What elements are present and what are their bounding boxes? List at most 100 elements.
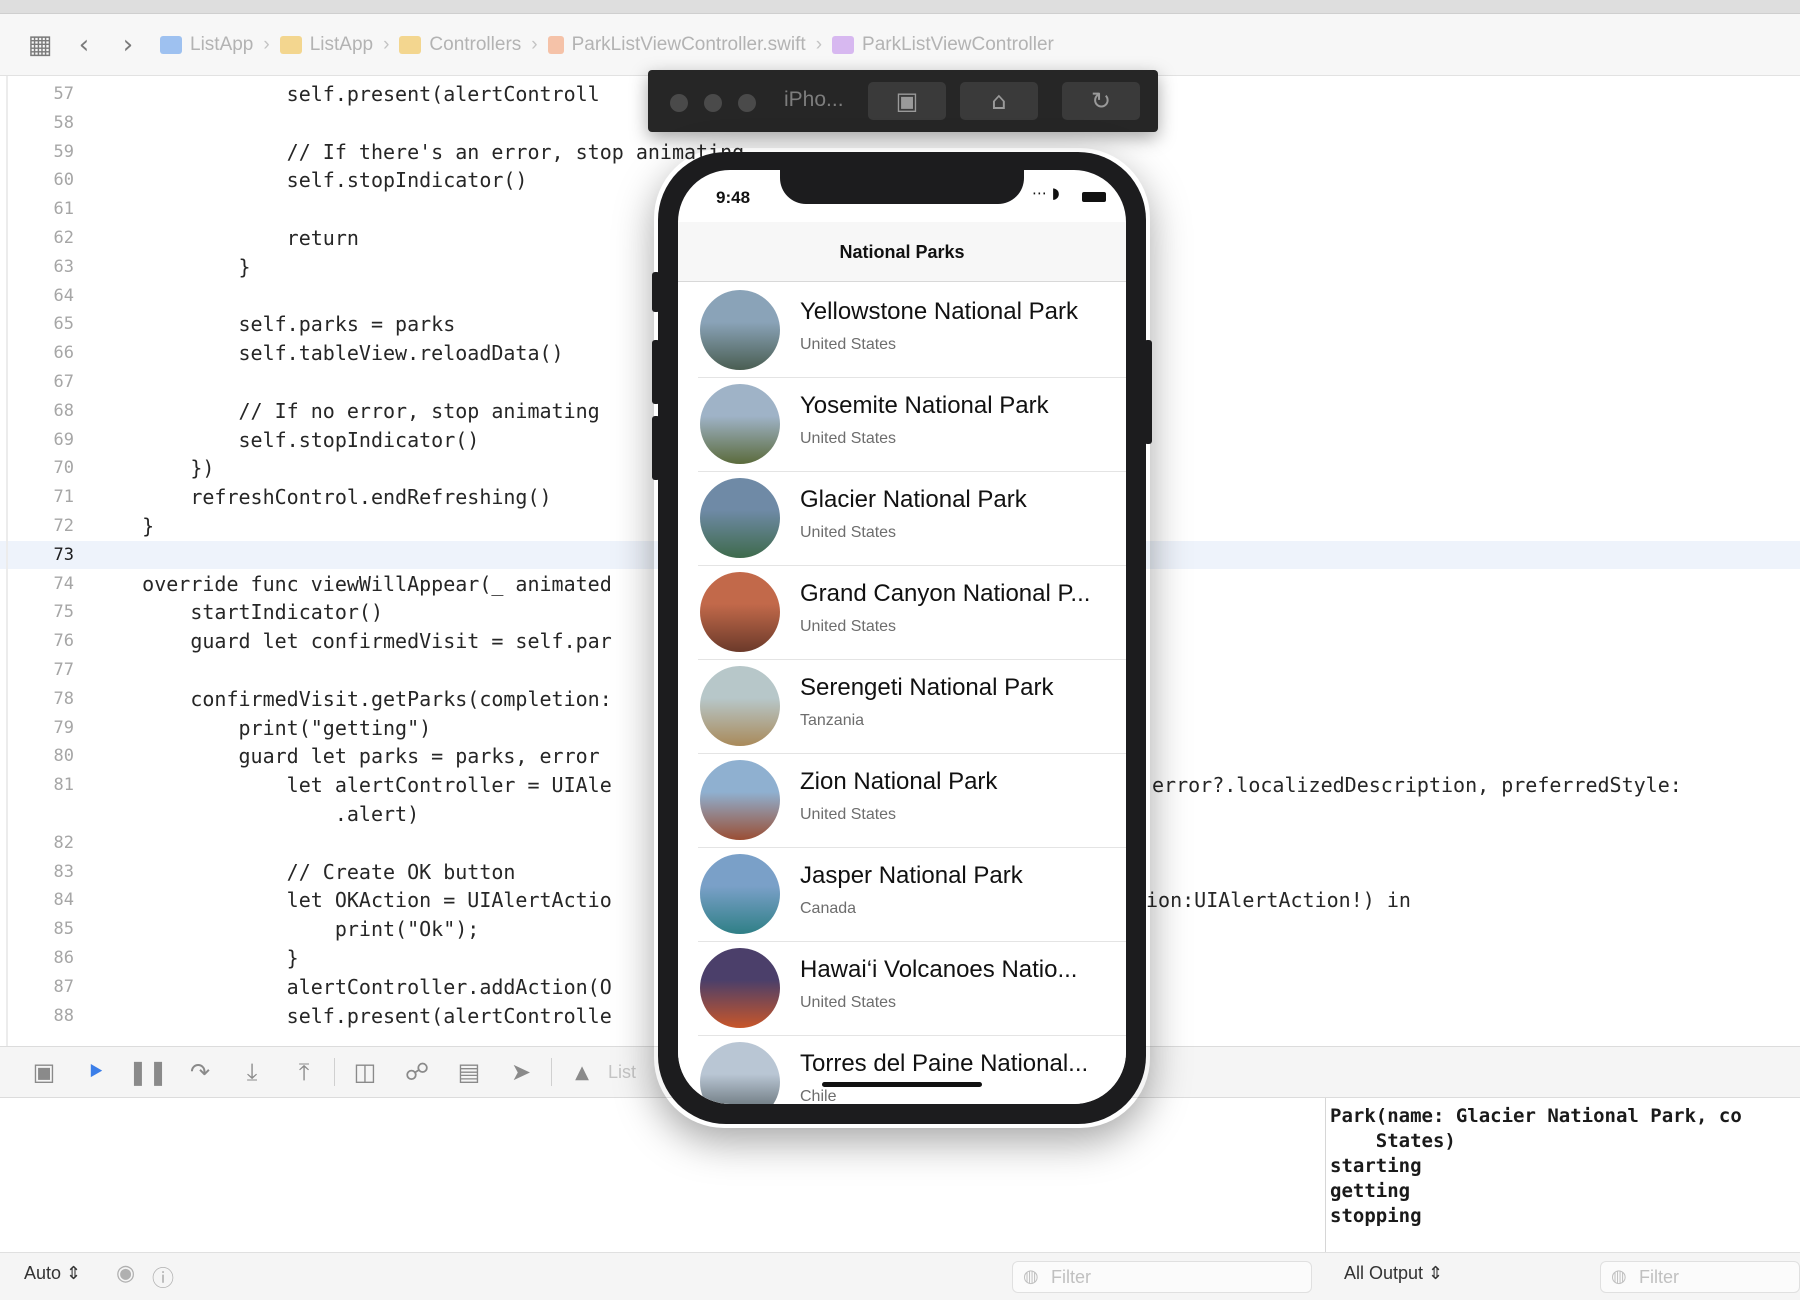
line-number[interactable]: 86 (20, 944, 74, 972)
code-text: alertController.addAction(O (94, 974, 612, 999)
park-row[interactable]: Torres del Paine National... Chile (678, 1036, 1126, 1104)
class-icon (832, 35, 855, 54)
line-number[interactable]: 58 (20, 109, 74, 137)
breadcrumb-file[interactable]: ParkListViewController.swift › (547, 34, 832, 56)
info-icon[interactable]: ⓘ (152, 1261, 174, 1293)
iphone-screen[interactable]: 9:48 ⋯ ◗ National Parks Yellowstone Nati… (678, 170, 1126, 1104)
code-text: }) (94, 456, 215, 481)
code-text: self.parks = parks (94, 312, 456, 337)
breadcrumb-folder[interactable]: Controllers › (399, 34, 547, 56)
forward-chevron-icon[interactable]: › (106, 30, 150, 60)
park-row[interactable]: Hawai‘i Volcanoes Natio... United States (678, 942, 1126, 1036)
line-number[interactable]: 59 (20, 138, 74, 166)
window-title-strip (0, 0, 1800, 14)
line-number[interactable]: 64 (20, 282, 74, 310)
line-number[interactable]: 84 (20, 886, 74, 914)
memory-graph-icon[interactable]: ☍ (391, 1058, 443, 1086)
line-number[interactable]: 85 (20, 915, 74, 943)
line-number[interactable]: 57 (20, 80, 74, 108)
line-number[interactable]: 67 (20, 368, 74, 396)
breadcrumb: ListApp › ListApp › Controllers › ParkListV… (160, 34, 1054, 56)
back-chevron-icon[interactable]: ‹ (62, 30, 106, 60)
window-close-button[interactable] (670, 94, 688, 112)
variables-scope-select[interactable]: Auto ⇕ (24, 1263, 81, 1284)
code-text: let OKAction = UIAlertActio (94, 888, 612, 913)
screenshot-icon[interactable]: ▣ (868, 82, 946, 120)
breakpoints-toggle-icon[interactable]: ⯈ (70, 1058, 122, 1086)
line-number[interactable]: 76 (20, 627, 74, 655)
park-name: Yellowstone National Park (800, 298, 1078, 325)
line-number[interactable]: 82 (20, 829, 74, 857)
line-number[interactable]: 66 (20, 339, 74, 367)
navigation-bar: National Parks (678, 222, 1126, 282)
code-text: // If no error, stop animating (94, 398, 600, 423)
park-name: Grand Canyon National P... (800, 580, 1091, 607)
console-filter-input[interactable]: ◍ Filter (1600, 1261, 1800, 1293)
rotate-icon[interactable]: ↻ (1062, 82, 1140, 120)
step-out-icon[interactable]: ⤒ (278, 1058, 330, 1086)
line-number[interactable]: 65 (20, 310, 74, 338)
park-row[interactable]: Jasper National Park Canada (678, 848, 1126, 942)
project-icon (160, 35, 182, 54)
park-row[interactable]: Serengeti National Park Tanzania (678, 660, 1126, 754)
home-indicator[interactable] (822, 1082, 982, 1087)
pause-icon[interactable]: ❚❚ (122, 1058, 174, 1086)
target-icon: ▲ (575, 1061, 589, 1083)
park-name: Serengeti National Park (800, 674, 1054, 701)
park-row[interactable]: Grand Canyon National P... United States (678, 566, 1126, 660)
debug-view-hierarchy-icon[interactable]: ◫ (339, 1058, 391, 1086)
filter-icon: ◍ (1023, 1266, 1039, 1287)
park-row[interactable]: Glacier National Park United States (678, 472, 1126, 566)
park-thumbnail (700, 1042, 780, 1104)
line-number[interactable]: 79 (20, 714, 74, 742)
line-number[interactable]: 61 (20, 195, 74, 223)
line-number[interactable]: 80 (20, 742, 74, 770)
home-icon[interactable]: ⌂ (960, 82, 1038, 120)
line-number[interactable]: 63 (20, 253, 74, 281)
line-number[interactable]: 60 (20, 166, 74, 194)
line-number[interactable]: 81 (20, 771, 74, 799)
park-row[interactable]: Yosemite National Park United States (678, 378, 1126, 472)
line-number[interactable]: 83 (20, 858, 74, 886)
breadcrumb-group[interactable]: ListApp › (279, 34, 400, 56)
environment-overrides-icon[interactable]: ▤ (443, 1058, 495, 1086)
line-number[interactable]: 77 (20, 656, 74, 684)
breadcrumb-project[interactable]: ListApp › (160, 34, 280, 56)
swift-file-icon (547, 35, 564, 54)
code-text-continuation: ion:UIAlertAction!) in (1146, 888, 1411, 913)
folder-icon (279, 35, 302, 54)
related-items-grid-icon[interactable]: ▦ (18, 30, 62, 60)
simulator-toolbar: iPho... ▣ ⌂ ↻ (648, 70, 1158, 132)
line-number[interactable]: 87 (20, 973, 74, 1001)
simulate-location-icon[interactable]: ➤ (495, 1058, 547, 1086)
park-row[interactable]: Yellowstone National Park United States (678, 284, 1126, 378)
console-line: starting (1330, 1155, 1422, 1177)
window-zoom-button[interactable] (738, 94, 756, 112)
breadcrumb-class[interactable]: ParkListViewController (832, 34, 1054, 56)
console-line: stopping (1330, 1205, 1422, 1227)
step-over-icon[interactable]: ↷ (174, 1058, 226, 1086)
line-number[interactable]: 62 (20, 224, 74, 252)
line-number[interactable]: 74 (20, 570, 74, 598)
line-number[interactable]: 70 (20, 454, 74, 482)
step-into-icon[interactable]: ⤓ (226, 1058, 278, 1086)
line-number[interactable]: 73 (20, 541, 74, 569)
code-text: startIndicator() (94, 600, 383, 625)
code-text: // If there's an error, stop animating (94, 139, 745, 164)
variables-filter-input[interactable]: ◍ Filter (1012, 1261, 1312, 1293)
line-number[interactable]: 68 (20, 397, 74, 425)
hide-debug-area-icon[interactable]: ▣ (18, 1058, 70, 1086)
line-number[interactable]: 78 (20, 685, 74, 713)
debug-target-label[interactable]: List (608, 1062, 636, 1083)
line-number[interactable]: 71 (20, 483, 74, 511)
line-number[interactable]: 88 (20, 1002, 74, 1030)
console-output-select[interactable]: All Output ⇕ (1344, 1263, 1443, 1284)
eye-icon[interactable]: ◉ (116, 1261, 135, 1286)
line-number[interactable]: 69 (20, 426, 74, 454)
window-minimize-button[interactable] (704, 94, 722, 112)
park-thumbnail (700, 948, 780, 1028)
park-thumbnail (700, 854, 780, 934)
line-number[interactable]: 75 (20, 598, 74, 626)
park-row[interactable]: Zion National Park United States (678, 754, 1126, 848)
line-number[interactable]: 72 (20, 512, 74, 540)
